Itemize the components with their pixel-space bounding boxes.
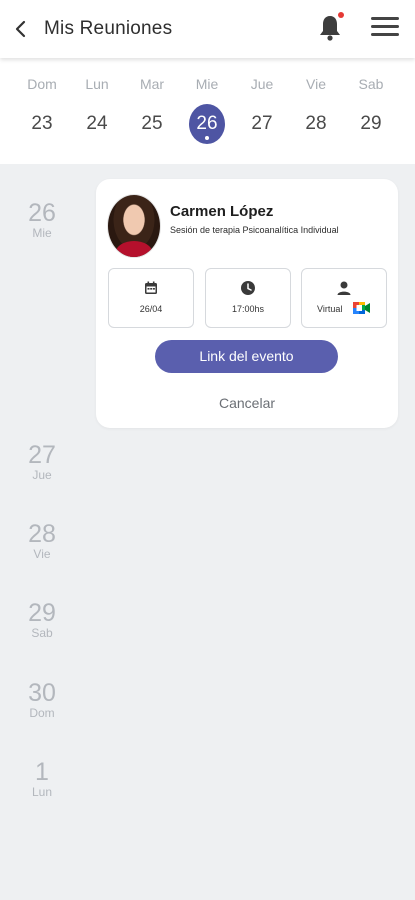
week-day-name: Jue [250,76,274,92]
notifications-button[interactable] [317,12,345,42]
hamburger-icon-line [371,17,399,20]
clock-icon [241,281,255,295]
agenda-day-28[interactable]: 28 Vie [22,521,62,561]
event-link-button[interactable]: Link del evento [155,340,338,373]
event-card[interactable]: Carmen López Sesión de terapia Psicoanal… [96,179,398,428]
menu-button[interactable] [371,17,399,41]
cancel-button[interactable]: Cancelar [96,395,398,411]
agenda-day-name: Jue [32,468,52,482]
avatar-shirt [116,241,152,257]
week-day-number: 27 [251,113,273,134]
week-day-name: Dom [27,76,57,92]
agenda-day-number: 29 [28,599,56,627]
mode-box: Virtual [301,268,387,328]
person-icon [337,281,351,295]
agenda-day-number: 1 [35,758,49,786]
week-day-sab[interactable]: Sab 29 [351,58,391,164]
agenda-day-name: Vie [33,547,51,561]
calendar-icon [145,281,157,294]
app-header: Mis Reuniones [0,0,415,58]
agenda-day-27[interactable]: 27 Jue [22,442,62,482]
person-name: Carmen López [170,203,274,220]
hamburger-icon-line [371,25,399,28]
week-day-name: Sab [358,76,384,92]
back-button[interactable] [12,17,32,41]
week-day-name: Lun [85,76,109,92]
date-box: 26/04 [108,268,194,328]
week-day-lun[interactable]: Lun 24 [77,58,117,164]
week-day-name: Mar [139,76,165,92]
agenda-day-30[interactable]: 30 Dom [22,680,62,720]
week-day-number: 23 [31,113,53,134]
event-mode: Virtual [317,304,343,314]
event-indicator-dot [205,136,209,140]
week-day-jue[interactable]: Jue 27 [242,58,282,164]
week-day-number: 25 [141,113,163,134]
week-day-vie[interactable]: Vie 28 [296,58,336,164]
week-strip: Dom 23 Lun 24 Mar 25 Mie 26 Jue 27 Vie 2… [0,58,415,164]
page-title: Mis Reuniones [44,18,173,39]
week-day-mie[interactable]: Mie 26 [187,58,227,164]
week-day-name: Mie [195,76,219,92]
event-time: 17:00hs [231,304,265,314]
agenda-day-name: Sab [31,626,53,640]
agenda-day-name: Dom [29,706,55,720]
agenda-day-number: 27 [28,441,56,469]
time-box: 17:00hs [205,268,291,328]
hamburger-icon-line [371,33,399,36]
agenda-day-number: 26 [28,199,56,227]
chevron-left-icon [15,20,26,38]
agenda-day-name: Lun [31,785,53,799]
agenda-day-1[interactable]: 1 Lun [22,759,62,799]
week-day-dom[interactable]: Dom 23 [22,58,62,164]
agenda-day-26[interactable]: 26 Mie [22,200,62,240]
agenda-day-number: 30 [28,679,56,707]
week-day-number: 28 [305,113,327,134]
week-day-mar[interactable]: Mar 25 [132,58,172,164]
avatar [107,194,161,258]
week-day-number: 29 [360,113,382,134]
event-date: 26/04 [139,304,163,314]
agenda-day-29[interactable]: 29 Sab [22,600,62,640]
google-meet-icon [353,302,370,314]
notification-dot [338,12,344,18]
week-day-name: Vie [306,76,326,92]
agenda-day-name: Mie [32,226,52,240]
session-description: Sesión de terapia Psicoanalítica Individ… [170,225,339,235]
agenda-day-number: 28 [28,520,56,548]
week-day-number: 24 [86,113,108,134]
week-day-number: 26 [196,113,218,134]
